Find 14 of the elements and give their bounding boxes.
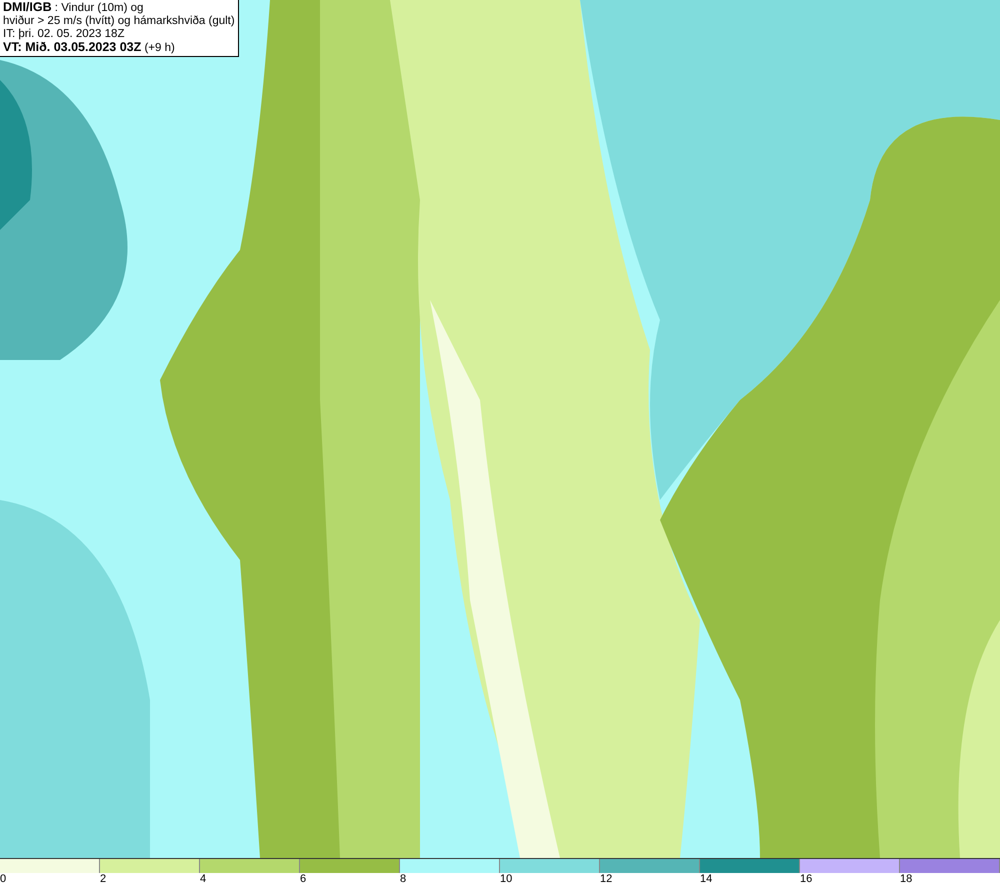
legend-label: 18 bbox=[900, 873, 912, 886]
caption-line: hviður > 25 m/s (hvítt) og hámarkshviða (gult) bbox=[3, 15, 235, 28]
legend-label: 14 bbox=[700, 873, 712, 886]
legend-label: 12 bbox=[600, 873, 612, 886]
caption-line: IT: þri. 02. 05. 2023 18Z bbox=[3, 28, 126, 41]
legend-label: 4 bbox=[200, 873, 206, 886]
legend-label: 0 bbox=[0, 873, 6, 886]
caption-line: DMI/IGB : Vindur (10m) og bbox=[3, 1, 144, 15]
legend-label: 16 bbox=[800, 873, 812, 886]
caption-line: VT: Mið. 03.05.2023 03Z (+9 h) bbox=[3, 41, 176, 55]
legend-label: 2 bbox=[100, 873, 106, 886]
legend-label: 6 bbox=[300, 873, 306, 886]
legend-label: 10 bbox=[500, 873, 512, 886]
legend-label: 8 bbox=[400, 873, 406, 886]
